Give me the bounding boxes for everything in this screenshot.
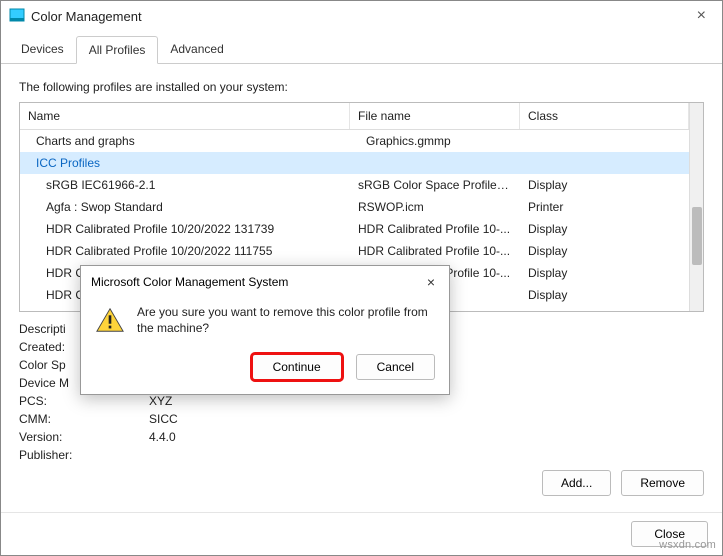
cell-file <box>350 154 520 172</box>
intro-text: The following profiles are installed on … <box>19 80 704 94</box>
tab-advanced[interactable]: Advanced <box>158 36 235 64</box>
dialog-buttons: Continue Cancel <box>81 348 449 394</box>
dialog-close-button[interactable]: × <box>423 274 439 290</box>
label-cmm: CMM: <box>19 412 149 426</box>
cell-name: HDR Calibrated Profile 10/20/2022 131739 <box>20 220 350 238</box>
cell-name: sRGB IEC61966-2.1 <box>20 176 350 194</box>
cancel-button[interactable]: Cancel <box>356 354 435 380</box>
value-cmm: SICC <box>149 412 178 426</box>
scrollbar[interactable] <box>689 103 703 311</box>
app-icon <box>9 8 25 24</box>
label-publisher: Publisher: <box>19 448 149 462</box>
table-row[interactable]: HDR Calibrated Profile 10/20/2022 131739… <box>20 218 689 240</box>
cell-name: Charts and graphs <box>20 132 350 150</box>
continue-button[interactable]: Continue <box>252 354 342 380</box>
cell-class <box>520 154 689 172</box>
cell-file: Graphics.gmmp <box>350 132 520 150</box>
titlebar: Color Management × <box>1 1 722 31</box>
watermark: wsxdn.com <box>659 539 716 551</box>
cell-name: Agfa : Swop Standard <box>20 198 350 216</box>
profile-action-buttons: Add... Remove <box>19 464 704 498</box>
cell-file: HDR Calibrated Profile 10-... <box>350 242 520 260</box>
confirm-remove-dialog: Microsoft Color Management System × Are … <box>80 265 450 395</box>
window-close-button[interactable]: × <box>689 7 714 25</box>
dialog-title: Microsoft Color Management System <box>91 275 288 289</box>
cell-file: HDR Calibrated Profile 10-... <box>350 220 520 238</box>
cell-file: RSWOP.icm <box>350 198 520 216</box>
table-row[interactable]: HDR Calibrated Profile 10/20/2022 111755… <box>20 240 689 262</box>
cell-class: Display <box>520 264 689 282</box>
tab-all-profiles[interactable]: All Profiles <box>76 36 159 64</box>
table-row[interactable]: sRGB IEC61966-2.1sRGB Color Space Profil… <box>20 174 689 196</box>
cell-name: ICC Profiles <box>20 154 350 172</box>
dialog-message: Are you sure you want to remove this col… <box>137 304 435 336</box>
col-name[interactable]: Name <box>20 103 350 129</box>
cell-class: Display <box>520 220 689 238</box>
footer: Close wsxdn.com <box>1 512 722 555</box>
add-button[interactable]: Add... <box>542 470 611 496</box>
cell-file: sRGB Color Space Profile.ic... <box>350 176 520 194</box>
tab-devices[interactable]: Devices <box>9 36 76 64</box>
label-pcs: PCS: <box>19 394 149 408</box>
warning-icon <box>95 306 125 334</box>
cell-class: Display <box>520 286 689 304</box>
remove-button[interactable]: Remove <box>621 470 704 496</box>
col-class[interactable]: Class <box>520 103 689 129</box>
window-title: Color Management <box>31 9 142 24</box>
dialog-titlebar: Microsoft Color Management System × <box>81 266 449 298</box>
cell-class: Printer <box>520 198 689 216</box>
table-group-row[interactable]: ICC Profiles <box>20 152 689 174</box>
cell-class <box>520 132 689 150</box>
col-file[interactable]: File name <box>350 103 520 129</box>
scrollbar-thumb[interactable] <box>692 207 702 265</box>
value-pcs: XYZ <box>149 394 172 408</box>
cell-class: Display <box>520 242 689 260</box>
label-version: Version: <box>19 430 149 444</box>
cell-name: HDR Calibrated Profile 10/20/2022 111755 <box>20 242 350 260</box>
tab-bar: Devices All Profiles Advanced <box>1 35 722 64</box>
cell-class: Display <box>520 308 689 311</box>
cell-class: Display <box>520 176 689 194</box>
value-version: 4.4.0 <box>149 430 176 444</box>
table-group-row[interactable]: Charts and graphsGraphics.gmmp <box>20 130 689 152</box>
table-row[interactable]: Agfa : Swop StandardRSWOP.icmPrinter <box>20 196 689 218</box>
table-header: Name File name Class <box>20 103 689 130</box>
